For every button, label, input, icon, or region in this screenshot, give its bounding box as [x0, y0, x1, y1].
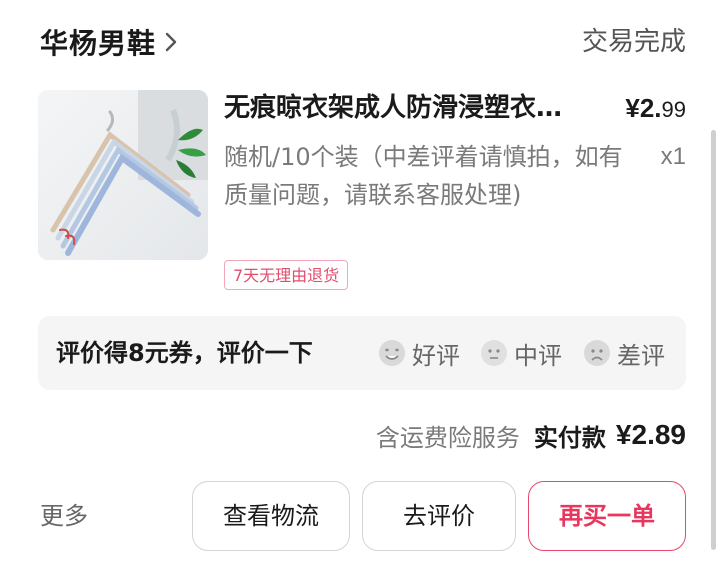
- product-quantity: x1: [660, 143, 686, 170]
- product-spec: 随机/10个装（中差评着请慎拍，如有质量问题，请联系客服处理): [224, 143, 623, 209]
- write-review-button[interactable]: 去评价: [362, 481, 516, 551]
- buy-again-button[interactable]: 再买一单: [528, 481, 686, 551]
- price-symbol: ¥: [625, 93, 640, 123]
- view-logistics-button[interactable]: 查看物流: [192, 481, 350, 551]
- review-prompt: 评价得8元券，评价一下: [56, 339, 313, 367]
- order-card: 华杨男鞋 交易完成 无痕晾衣架成人防滑浸塑衣… ¥2.99 随机/10个装（中差…: [0, 0, 720, 574]
- rating-mid-button[interactable]: 中评: [480, 316, 562, 390]
- sad-face-icon: [584, 340, 610, 366]
- order-status: 交易完成: [581, 27, 686, 57]
- paid-amount-label: 实付款: [533, 423, 606, 452]
- product-image[interactable]: [38, 90, 208, 260]
- rating-bad-label: 差评: [617, 341, 665, 370]
- paid-amount: ¥2.89: [615, 419, 686, 450]
- return-policy-badge: 7天无理由退货: [224, 260, 349, 290]
- scrollbar[interactable]: [711, 130, 716, 550]
- heart-eyes-face-icon: [379, 340, 405, 366]
- shop-header[interactable]: 华杨男鞋: [40, 22, 178, 62]
- neutral-face-icon: [481, 340, 507, 366]
- rating-good-button[interactable]: 好评: [378, 316, 460, 390]
- review-bar: 评价得8元券，评价一下 好评 中评 差评: [38, 316, 686, 390]
- chevron-right-icon[interactable]: [164, 31, 178, 53]
- rating-mid-label: 中评: [514, 341, 562, 370]
- price-integer: 2.: [639, 93, 662, 123]
- payment-summary: 含运费险服务 实付款 ¥2.89: [376, 410, 686, 460]
- more-button[interactable]: 更多: [40, 496, 88, 536]
- shipping-insurance-note: 含运费险服务: [375, 423, 520, 452]
- rating-good-label: 好评: [412, 341, 460, 370]
- rating-bad-button[interactable]: 差评: [583, 316, 665, 390]
- shop-name[interactable]: 华杨男鞋: [40, 22, 156, 62]
- product-title[interactable]: 无痕晾衣架成人防滑浸塑衣…: [224, 88, 604, 128]
- clothes-hanger-icon: [38, 90, 208, 260]
- price-decimal: 99: [661, 97, 686, 122]
- product-price: ¥2.99: [625, 88, 686, 128]
